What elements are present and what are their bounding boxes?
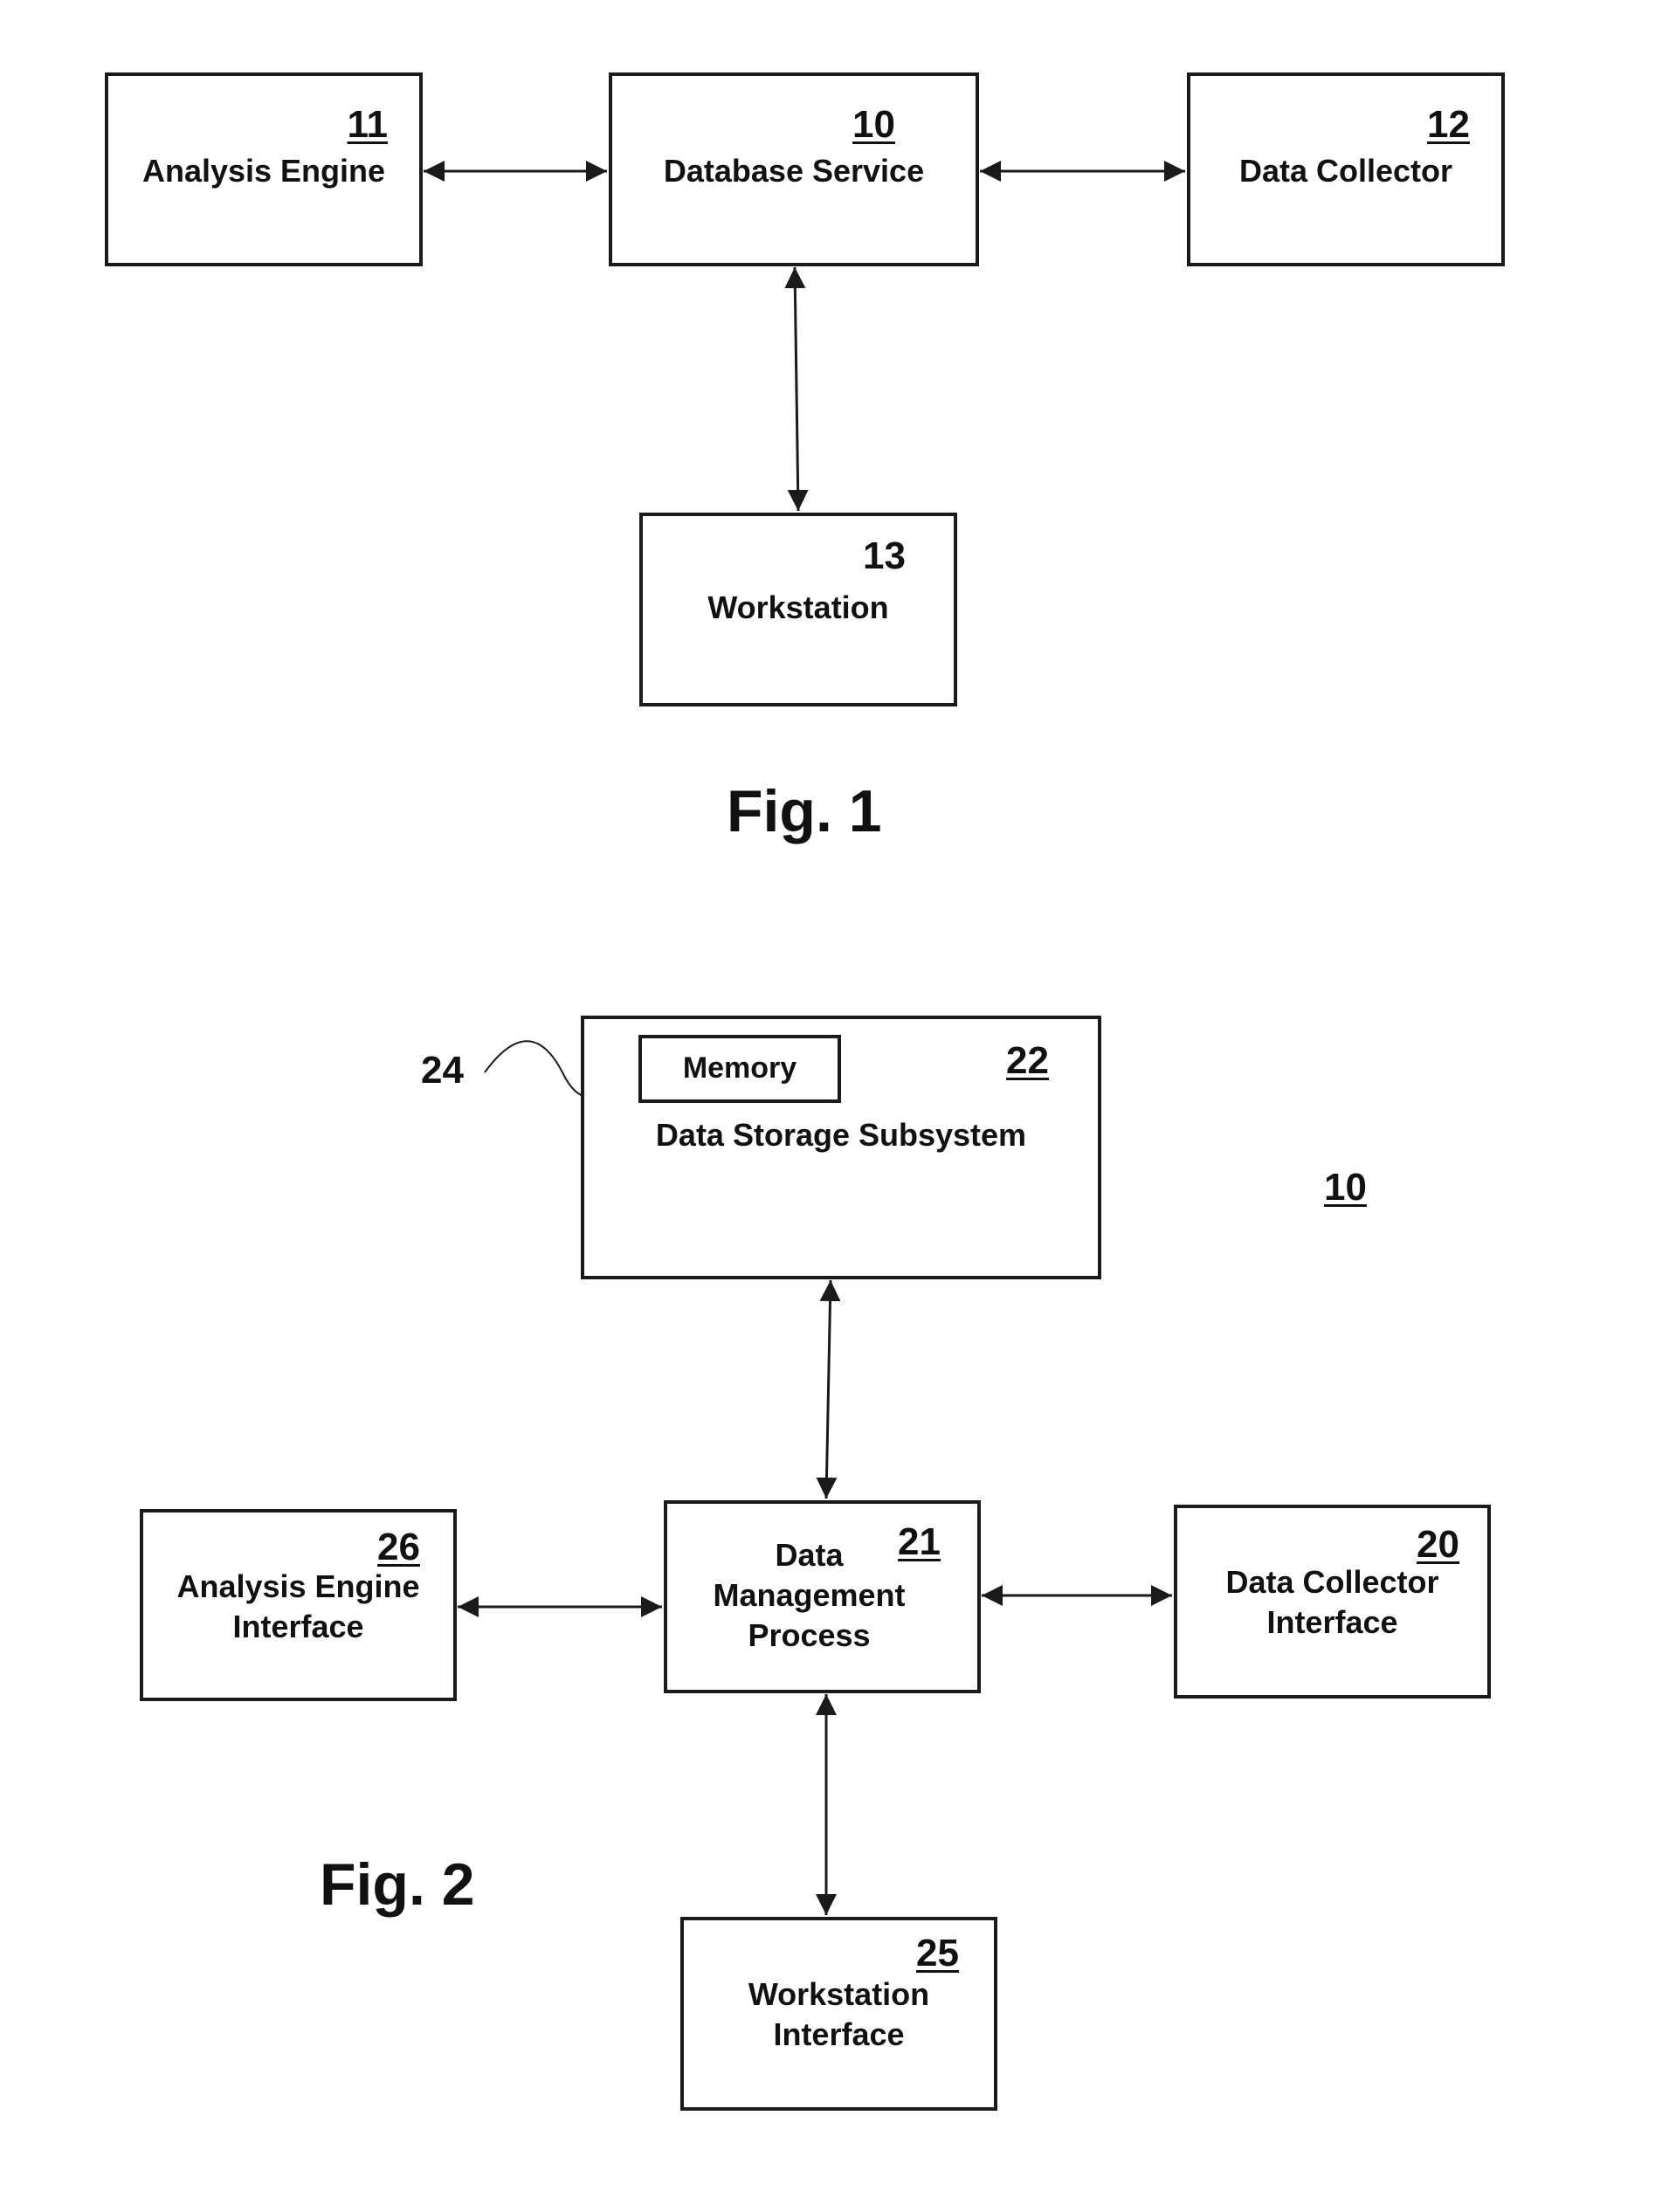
ref-number: 22 [1006, 1039, 1049, 1082]
node-label: Analysis Engine Interface [176, 1568, 420, 1644]
arrow-storage-management [816, 1279, 841, 1499]
node-label: Data Collector [1238, 153, 1453, 189]
arrow-database-service-workstation [784, 266, 809, 512]
data-collector-box: 12 Data Collector [1187, 72, 1505, 266]
workstation-interface-box: 25 Workstation Interface [680, 1917, 997, 2111]
data-collector-interface-box: 20 Data Collector Interface [1174, 1505, 1491, 1699]
ref-number: 12 [1427, 103, 1470, 146]
figure-caption-2: Fig. 2 [320, 1851, 475, 1918]
memory-ref-number: 24 [421, 1049, 464, 1092]
figure-caption-1: Fig. 1 [727, 778, 882, 844]
ref-number: 20 [1417, 1523, 1459, 1566]
workstation-box: 13 Workstation [639, 513, 957, 706]
system-ref-number: 10 [1324, 1166, 1367, 1209]
memory-box: Memory [638, 1035, 841, 1103]
node-label: Data Management Process [713, 1537, 906, 1653]
node-label: Workstation [707, 589, 889, 625]
ref-number: 10 [852, 103, 895, 146]
data-management-process-box: 21 Data Management Process [664, 1500, 981, 1693]
node-label: Analysis Engine [141, 153, 386, 189]
database-service-box: 10 Database Service [609, 72, 979, 266]
node-label: Database Service [663, 153, 925, 189]
node-label: Data Collector Interface [1225, 1564, 1439, 1640]
ref-number: 13 [863, 534, 906, 577]
data-storage-subsystem-box: Memory 22 Data Storage Subsystem [581, 1016, 1101, 1279]
ref-number: 25 [916, 1932, 959, 1974]
ref-number: 11 [347, 103, 388, 146]
node-label: Workstation Interface [748, 1976, 930, 2052]
analysis-engine-box: 11 Analysis Engine [105, 72, 423, 266]
ref-number: 26 [377, 1526, 420, 1568]
analysis-engine-interface-box: 26 Analysis Engine Interface [140, 1509, 457, 1701]
node-label: Data Storage Subsystem [655, 1117, 1027, 1153]
